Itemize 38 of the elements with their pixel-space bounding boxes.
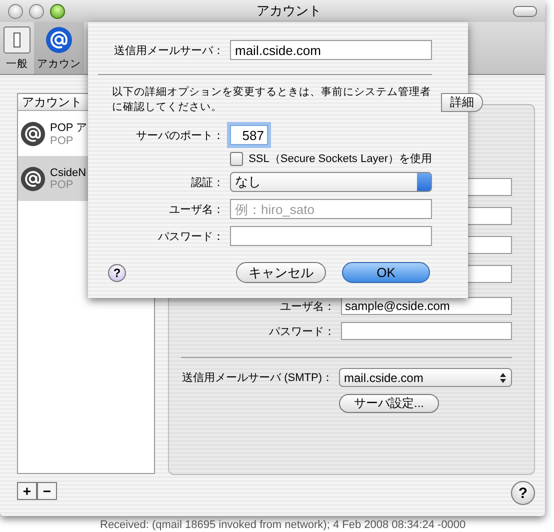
- switch-icon: [3, 26, 31, 54]
- cancel-button[interactable]: キャンセル: [236, 262, 326, 283]
- password-field[interactable]: [230, 226, 432, 246]
- username-field[interactable]: 例：hiro_sato: [230, 199, 432, 219]
- help-button[interactable]: ?: [511, 481, 535, 505]
- auth-popup[interactable]: なし: [230, 172, 432, 192]
- field-label: ユーザ名：: [279, 300, 335, 314]
- ok-button[interactable]: OK: [342, 262, 430, 283]
- window-title: アカウント: [256, 2, 322, 20]
- smtp-server-popup[interactable]: mail.cside.com: [339, 368, 512, 387]
- zoom-button[interactable]: [50, 4, 65, 18]
- toolbar-toggle-button[interactable]: [513, 6, 537, 16]
- field-label: 送信用メールサーバ：: [113, 44, 224, 58]
- field-label: 認証：: [190, 176, 224, 190]
- remove-button[interactable]: −: [37, 482, 57, 500]
- field-label: ユーザ名：: [168, 202, 224, 216]
- minimize-button[interactable]: [29, 4, 44, 18]
- globe-at-icon: [20, 120, 46, 146]
- toolbar-item[interactable]: アカウン: [34, 22, 84, 74]
- username-field[interactable]: sample@cside.com: [341, 297, 512, 315]
- add-button[interactable]: +: [17, 482, 37, 500]
- field-label: 送信用メールサーバ (SMTP)：: [181, 371, 333, 385]
- server-settings-button[interactable]: サーバ設定...: [338, 394, 439, 413]
- stepper-arrows-icon: [499, 372, 507, 384]
- field-label: パスワード：: [157, 230, 224, 244]
- checkbox-label: SSL（Secure Sockets Layer）を使用: [248, 152, 432, 166]
- field-label: パスワード：: [268, 324, 335, 338]
- globe-at-icon: [20, 166, 46, 192]
- email-header-text: Received: (qmail 18695 invoked from network); 4 Feb 2008 08:34:24 -0000: [100, 519, 466, 532]
- tab[interactable]: 詳細: [441, 93, 483, 112]
- ssl-checkbox[interactable]: [230, 152, 243, 166]
- at-icon: [45, 26, 73, 54]
- password-field[interactable]: [341, 322, 512, 340]
- toolbar-item[interactable]: 一般: [0, 22, 34, 74]
- help-button[interactable]: ?: [108, 264, 126, 282]
- server-field[interactable]: mail.cside.com: [230, 40, 432, 60]
- close-button[interactable]: [8, 4, 23, 18]
- port-field[interactable]: 587: [230, 125, 268, 145]
